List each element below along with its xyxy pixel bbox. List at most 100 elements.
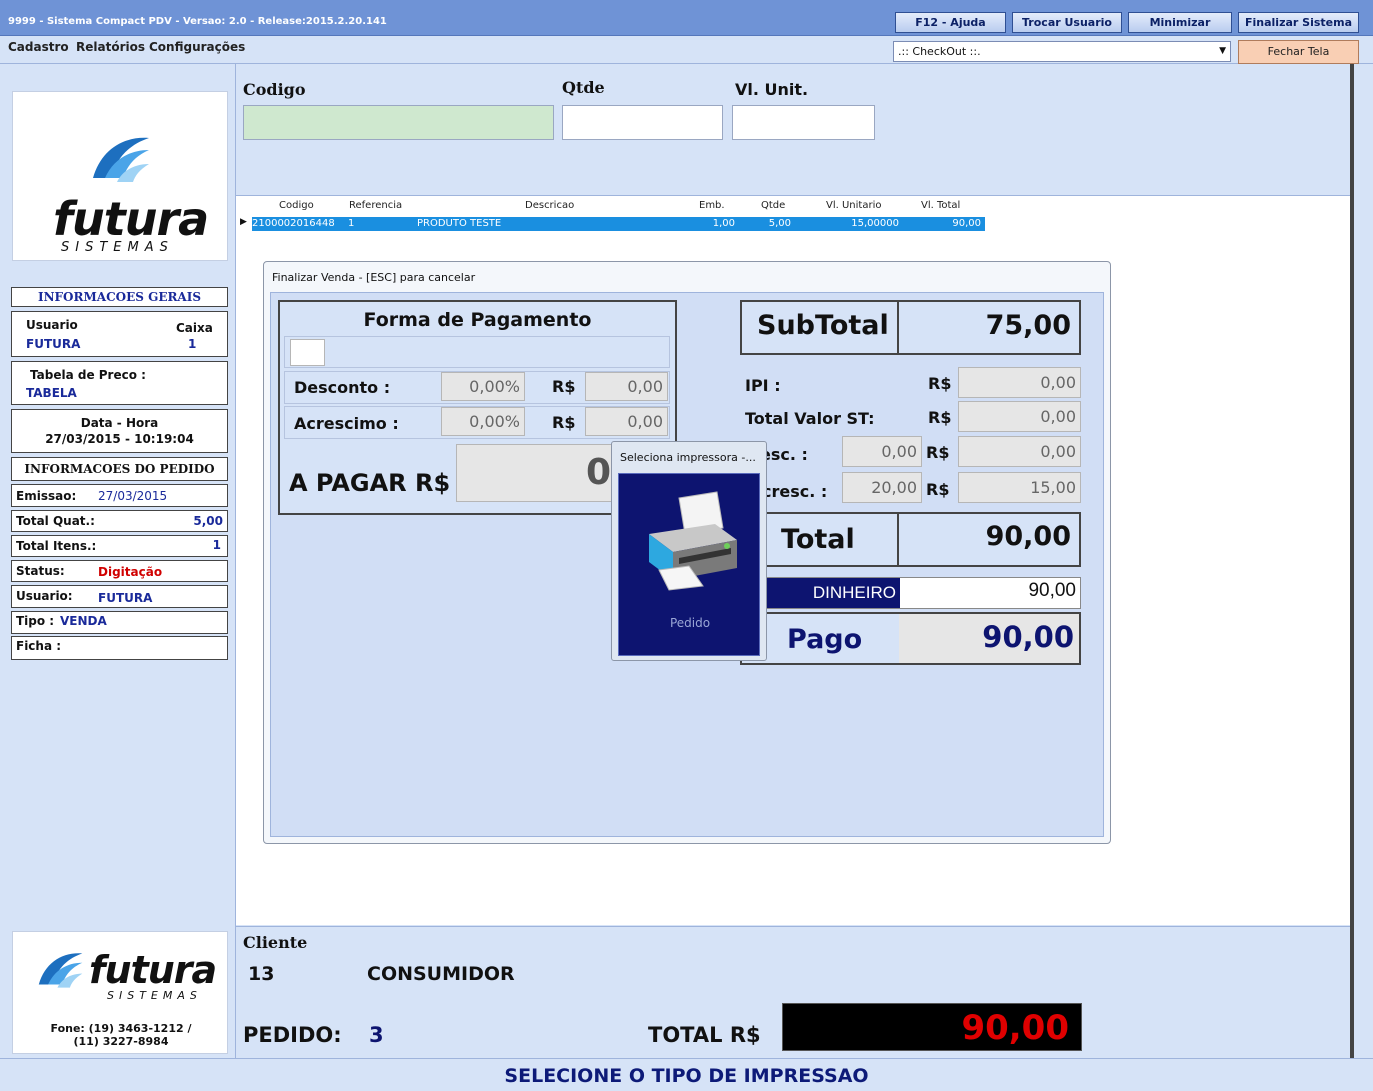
cell-emb: 1,00 xyxy=(712,218,735,229)
type-value: VENDA xyxy=(60,614,107,628)
total-divider xyxy=(897,514,899,565)
qty-input[interactable] xyxy=(562,105,723,140)
datetime-label: Data - Hora xyxy=(80,416,159,430)
status-value: Digitação xyxy=(98,565,163,579)
type-label: Tipo : xyxy=(16,614,55,628)
acresc-currency: R$ xyxy=(926,480,950,499)
code-label: Codigo xyxy=(243,80,306,99)
dialog-title: Finalizar Venda - [ESC] para cancelar xyxy=(272,271,476,284)
grid-header: Codigo Referencia Descricao Emb. Qtde Vl… xyxy=(240,200,985,215)
subtotal-value: 75,00 xyxy=(985,310,1071,341)
help-button[interactable]: F12 - Ajuda xyxy=(895,12,1006,33)
chevron-down-icon: ▼ xyxy=(1219,46,1226,56)
user-cashier-box: Usuario FUTURA Caixa 1 xyxy=(11,311,228,357)
grid-col-vl-unitario[interactable]: Vl. Unitario xyxy=(826,200,881,211)
total-qty-label: Total Quat.: xyxy=(16,514,95,528)
status-label: Status: xyxy=(16,564,65,578)
menu-item-configuracoes[interactable]: Configurações xyxy=(149,40,245,54)
price-table-value: TABELA xyxy=(26,386,77,400)
discount-percent-input[interactable]: 0,00% xyxy=(441,372,525,401)
cell-referencia: 1 xyxy=(348,218,355,229)
switch-user-button[interactable]: Trocar Usuario xyxy=(1012,12,1122,33)
status-box: Status: Digitação xyxy=(11,560,228,582)
desc-left-value[interactable]: 0,00 xyxy=(842,436,922,467)
logo-wordmark: futura xyxy=(53,192,209,246)
total-display-value: 90,00 xyxy=(961,1008,1069,1048)
to-pay-label: A PAGAR R$ xyxy=(289,469,451,497)
grid-col-emb[interactable]: Emb. xyxy=(699,200,725,211)
surcharge-label: Acrescimo : xyxy=(294,414,399,433)
surcharge-value-input[interactable]: 0,00 xyxy=(585,407,668,436)
general-info-header: INFORMACOES GERAIS xyxy=(11,287,228,307)
row-pointer-icon: ▶ xyxy=(240,217,247,227)
cell-codigo: 2100002016448 xyxy=(252,218,335,229)
acresc-right-value: 15,00 xyxy=(958,472,1081,503)
menu-item-relatorios[interactable]: Relatórios xyxy=(76,40,145,54)
cashier-label: Caixa xyxy=(176,321,213,335)
user2-box: Usuario: FUTURA xyxy=(11,585,228,608)
subtotal-label: SubTotal xyxy=(757,310,889,341)
total-rs-label: TOTAL R$ xyxy=(648,1023,761,1047)
cell-qtde: 5,00 xyxy=(768,218,791,229)
qty-label: Qtde xyxy=(562,78,605,97)
datetime-value: 27/03/2015 - 10:19:04 xyxy=(45,432,194,446)
payment-header: Forma de Pagamento xyxy=(363,309,592,331)
phone-line-2: (11) 3227-8984 xyxy=(73,1035,169,1048)
paid-label: Pago xyxy=(787,624,863,655)
payment-method-input[interactable] xyxy=(290,339,325,366)
futura-logo-icon-small xyxy=(38,953,83,988)
logo-subtitle: SISTEMAS xyxy=(61,240,174,255)
logo-bottom: futura SISTEMAS Fone: (19) 3463-1212 / (… xyxy=(12,931,228,1054)
cashier-value: 1 xyxy=(188,337,197,351)
desc-right-value: 0,00 xyxy=(958,436,1081,467)
right-border xyxy=(1350,64,1354,1058)
grid-col-qtde[interactable]: Qtde xyxy=(761,200,785,211)
discount-value-input[interactable]: 0,00 xyxy=(585,372,668,401)
futura-logo-icon xyxy=(93,137,149,182)
surcharge-percent-input[interactable]: 0,00% xyxy=(441,407,525,436)
total-items-label: Total Itens.: xyxy=(16,539,97,553)
acresc-label: cresc. : xyxy=(762,482,828,501)
close-screen-button[interactable]: Fechar Tela xyxy=(1238,40,1359,64)
st-currency: R$ xyxy=(928,408,952,427)
paid-value: 90,00 xyxy=(982,620,1074,654)
code-input[interactable] xyxy=(243,105,554,140)
unit-price-input[interactable] xyxy=(732,105,875,140)
ipi-label: IPI : xyxy=(745,376,781,395)
exit-system-button[interactable]: Finalizar Sistema xyxy=(1238,12,1359,33)
order-value: 3 xyxy=(369,1023,384,1047)
subtotal-divider xyxy=(897,302,899,353)
acresc-left-value[interactable]: 20,00 xyxy=(842,472,922,503)
user2-label: Usuario: xyxy=(16,589,73,603)
discount-currency: R$ xyxy=(552,377,576,396)
minimize-button[interactable]: Minimizar xyxy=(1128,12,1232,33)
desc-label: esc. : xyxy=(760,445,808,464)
unit-price-label: Vl. Unit. xyxy=(735,80,809,99)
user-value: FUTURA xyxy=(26,337,81,351)
client-label: Cliente xyxy=(243,933,308,952)
grid-col-referencia[interactable]: Referencia xyxy=(349,200,402,211)
table-row[interactable]: 2100002016448 1 PRODUTO TESTE 1,00 5,00 … xyxy=(252,217,985,231)
total-items-box: Total Itens.: 1 xyxy=(11,535,228,557)
order-label: PEDIDO: xyxy=(243,1023,342,1047)
ipi-value: 0,00 xyxy=(958,367,1081,398)
cell-vl-total: 90,00 xyxy=(952,218,981,229)
to-pay-value: 0 xyxy=(456,444,616,502)
grid-col-vl-total[interactable]: Vl. Total xyxy=(921,200,960,211)
logo-subtitle-small: SISTEMAS xyxy=(107,989,202,1002)
issue-box: Emissao: 27/03/2015 xyxy=(11,484,228,507)
payment-method-row xyxy=(284,336,670,368)
checkout-select[interactable]: .:: CheckOut ::. ▼ xyxy=(893,41,1231,62)
st-label: Total Valor ST: xyxy=(745,409,875,428)
grid-col-descricao[interactable]: Descricao xyxy=(525,200,574,211)
ipi-currency: R$ xyxy=(928,374,952,393)
issue-value: 27/03/2015 xyxy=(98,489,168,503)
printer-popup-title: Seleciona impressora -... xyxy=(620,451,756,464)
st-value: 0,00 xyxy=(958,401,1081,432)
total-value: 90,00 xyxy=(985,521,1071,552)
menu-item-cadastro[interactable]: Cadastro xyxy=(8,40,69,54)
total-qty-box: Total Quat.: 5,00 xyxy=(11,510,228,532)
total-label: Total xyxy=(781,524,855,555)
grid-col-codigo[interactable]: Codigo xyxy=(279,200,314,211)
print-option-pedido[interactable]: Pedido xyxy=(618,473,760,656)
